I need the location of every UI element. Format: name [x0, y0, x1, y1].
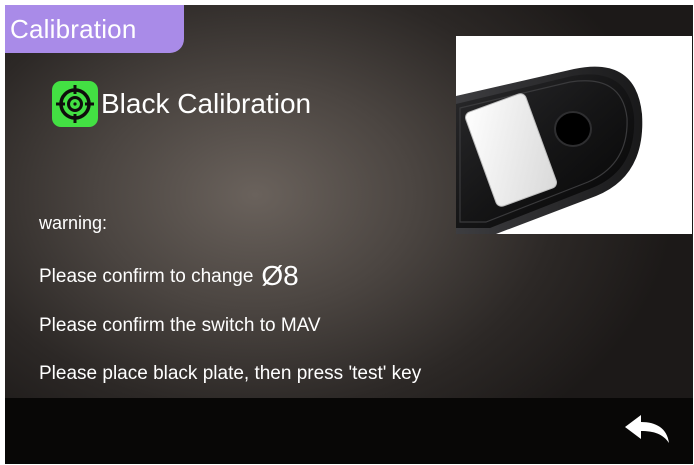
screen: Calibration Black Calibration warning: P…	[5, 5, 693, 464]
place-plate-message: Please place black plate, then press 'te…	[39, 363, 422, 384]
title-tab: Calibration	[5, 5, 184, 53]
back-arrow-icon	[625, 415, 669, 443]
calibration-heading-label: Black Calibration	[101, 88, 312, 119]
target-icon	[52, 81, 98, 127]
switch-mav-message: Please confirm the switch to MAV	[39, 315, 321, 336]
aperture-value: Ø8	[261, 260, 299, 291]
device-frame: Calibration Black Calibration warning: P…	[0, 0, 694, 465]
back-button[interactable]	[620, 410, 674, 450]
change-aperture-message: Please confirm to change Ø8	[39, 260, 299, 293]
change-aperture-text: Please confirm to change	[39, 266, 254, 287]
bottom-bar	[5, 398, 693, 464]
warning-label: warning:	[39, 213, 108, 233]
page-title: Calibration	[10, 13, 137, 44]
calibration-heading: Black Calibration	[52, 81, 311, 127]
black-plate-image	[456, 36, 692, 234]
main-area: Calibration Black Calibration warning: P…	[5, 5, 693, 398]
